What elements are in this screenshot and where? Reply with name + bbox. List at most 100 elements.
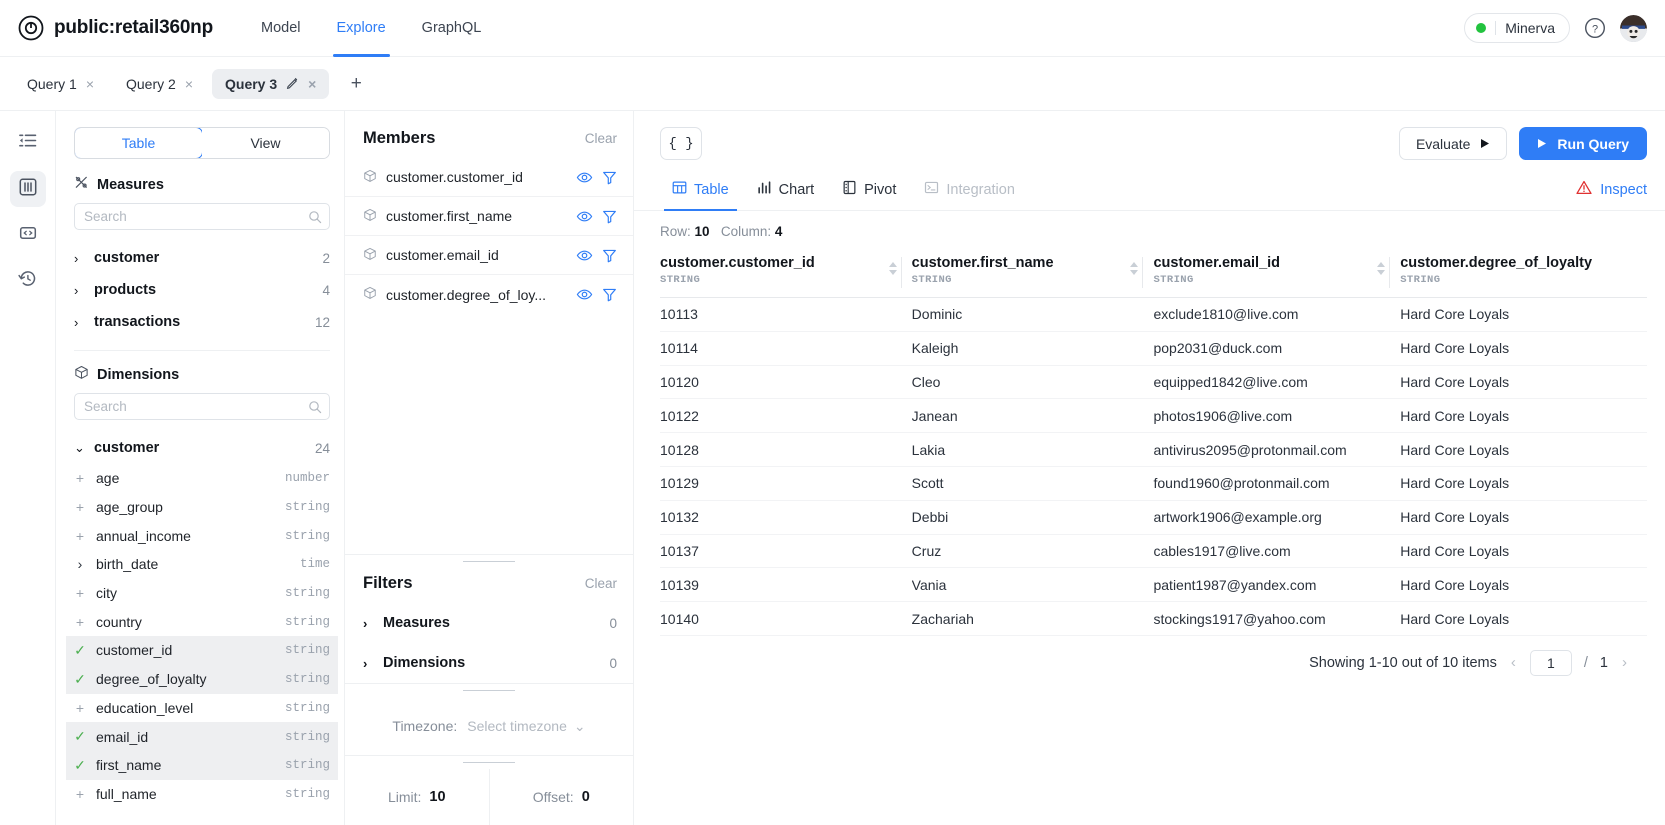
segment-view[interactable]: View: [202, 128, 329, 158]
rail-data-model-button[interactable]: [9, 171, 46, 207]
members-clear-button[interactable]: Clear: [585, 131, 617, 146]
dimension-row-birth-date[interactable]: › birth_date time: [66, 550, 338, 579]
dimension-row-city[interactable]: + city string: [66, 579, 338, 608]
prev-page-icon[interactable]: ‹: [1509, 654, 1518, 671]
plus-icon[interactable]: +: [74, 700, 86, 716]
segment-table[interactable]: Table: [75, 128, 203, 158]
rail-code-button[interactable]: [10, 217, 46, 253]
json-editor-button[interactable]: { }: [660, 127, 702, 160]
dimension-row-first-name[interactable]: ✓ first_name string: [66, 750, 338, 780]
dimension-row-customer-id[interactable]: ✓ customer_id string: [66, 636, 338, 665]
plus-icon[interactable]: +: [74, 499, 86, 515]
eye-icon[interactable]: [576, 208, 593, 225]
results-table-wrapper[interactable]: customer.customer_id STRING customer.fir…: [634, 249, 1665, 825]
rail-collapse-sidebar-button[interactable]: [10, 125, 46, 161]
run-query-button[interactable]: Run Query: [1519, 127, 1647, 160]
eye-icon[interactable]: [576, 286, 593, 303]
table-row[interactable]: 10132 Debbi artwork1906@example.org Hard…: [660, 500, 1647, 535]
dimensions-search-input[interactable]: [75, 394, 329, 419]
panel-resize-handle-3[interactable]: [345, 755, 633, 769]
sort-toggle-icon[interactable]: [1129, 261, 1139, 276]
sort-toggle-icon[interactable]: [1376, 261, 1386, 276]
measures-search-input[interactable]: [75, 204, 329, 229]
check-icon[interactable]: ✓: [74, 728, 86, 745]
column-header-email-id[interactable]: customer.email_id STRING: [1130, 249, 1401, 298]
next-page-icon[interactable]: ›: [1620, 654, 1629, 671]
query-tab-1[interactable]: Query 1 ×: [14, 69, 107, 99]
check-icon[interactable]: ✓: [74, 671, 86, 688]
filter-icon[interactable]: [602, 248, 617, 263]
add-query-tab-button[interactable]: +: [341, 69, 371, 99]
brand[interactable]: public:retail360np: [18, 15, 213, 41]
limit-value[interactable]: 10: [429, 789, 445, 805]
plus-icon[interactable]: +: [74, 470, 86, 486]
offset-value[interactable]: 0: [582, 789, 590, 805]
filters-group-measures[interactable]: › Measures 0: [345, 603, 633, 643]
plus-icon[interactable]: +: [74, 614, 86, 630]
limit-field[interactable]: Limit: 10: [345, 769, 489, 825]
dimensions-cube-customer[interactable]: ⌄ customer 24: [74, 432, 330, 464]
nav-item-graphql[interactable]: GraphQL: [408, 0, 496, 57]
measures-cube-products[interactable]: › products 4: [74, 274, 330, 306]
dimension-row-age[interactable]: + age number: [66, 464, 338, 493]
dimension-row-country[interactable]: + country string: [66, 607, 338, 636]
check-icon[interactable]: ✓: [74, 757, 86, 774]
nav-item-model[interactable]: Model: [247, 0, 315, 57]
plus-icon[interactable]: +: [74, 585, 86, 601]
check-icon[interactable]: ✓: [74, 642, 86, 659]
measures-search[interactable]: [74, 203, 330, 230]
query-tab-2[interactable]: Query 2 ×: [113, 69, 206, 99]
table-row[interactable]: 10120 Cleo equipped1842@live.com Hard Co…: [660, 365, 1647, 400]
sort-toggle-icon[interactable]: [888, 261, 898, 276]
filter-icon[interactable]: [602, 209, 617, 224]
dimension-row-education-level[interactable]: + education_level string: [66, 694, 338, 723]
table-row[interactable]: 10122 Janean photos1906@live.com Hard Co…: [660, 398, 1647, 434]
environment-pill[interactable]: Minerva: [1464, 13, 1570, 43]
dimension-row-age-group[interactable]: + age_group string: [66, 493, 338, 522]
table-row[interactable]: 10128 Lakia antivirus2095@protonmail.com…: [660, 432, 1647, 467]
offset-field[interactable]: Offset: 0: [488, 769, 634, 825]
column-header-first-name[interactable]: customer.first_name STRING: [888, 249, 1154, 298]
question-circle-icon[interactable]: ?: [1584, 17, 1606, 39]
table-row[interactable]: 10129 Scott found1960@protonmail.com Har…: [660, 466, 1647, 501]
edit-pencil-icon[interactable]: [286, 76, 299, 92]
inspect-button[interactable]: Inspect: [1576, 172, 1647, 210]
close-icon[interactable]: ×: [185, 77, 193, 91]
tab-pivot[interactable]: Pivot: [830, 172, 908, 210]
filter-icon[interactable]: [602, 170, 617, 185]
member-row-first-name[interactable]: customer.first_name: [345, 197, 633, 236]
member-row-email-id[interactable]: customer.email_id: [345, 236, 633, 275]
timezone-row[interactable]: Timezone: Select timezone ⌄: [345, 697, 633, 755]
member-row-customer-id[interactable]: customer.customer_id: [345, 158, 633, 197]
eye-icon[interactable]: [576, 169, 593, 186]
evaluate-button[interactable]: Evaluate: [1398, 127, 1508, 160]
dimension-field-list[interactable]: + age number + age_group string + annual…: [66, 464, 338, 825]
avatar[interactable]: [1620, 14, 1647, 42]
rail-history-button[interactable]: [10, 263, 46, 299]
panel-resize-handle-1[interactable]: [345, 554, 633, 568]
filter-icon[interactable]: [602, 287, 617, 302]
table-row[interactable]: 10140 Zachariah stockings1917@yahoo.com …: [660, 601, 1647, 636]
timezone-select[interactable]: Select timezone ⌄: [467, 718, 585, 735]
measures-cube-customer[interactable]: › customer 2: [74, 242, 330, 274]
nav-item-explore[interactable]: Explore: [323, 0, 400, 57]
dimension-row-annual-income[interactable]: + annual_income string: [66, 521, 338, 550]
filters-group-dimensions[interactable]: › Dimensions 0: [345, 643, 633, 683]
table-row[interactable]: 10137 Cruz cables1917@live.com Hard Core…: [660, 534, 1647, 569]
eye-icon[interactable]: [576, 247, 593, 264]
page-number-input[interactable]: 1: [1529, 649, 1572, 676]
member-row-degree-of-loyalty[interactable]: customer.degree_of_loy...: [345, 275, 633, 314]
close-icon[interactable]: ×: [86, 77, 94, 91]
plus-icon[interactable]: +: [74, 528, 86, 544]
tab-table[interactable]: Table: [660, 172, 741, 211]
query-tab-3[interactable]: Query 3 ×: [212, 68, 330, 99]
column-header-degree-of-loyalty[interactable]: customer.degree_of_loyalty STRING: [1377, 249, 1647, 298]
dimension-row-email-id[interactable]: ✓ email_id string: [66, 722, 338, 751]
measures-cube-transactions[interactable]: › transactions 12: [74, 306, 330, 338]
panel-resize-handle-2[interactable]: [345, 683, 633, 697]
close-icon[interactable]: ×: [308, 77, 316, 91]
filters-clear-button[interactable]: Clear: [585, 576, 617, 591]
dimensions-search[interactable]: [74, 393, 330, 420]
table-row[interactable]: 10139 Vania patient1987@yandex.com Hard …: [660, 567, 1647, 603]
tab-chart[interactable]: Chart: [745, 172, 826, 210]
